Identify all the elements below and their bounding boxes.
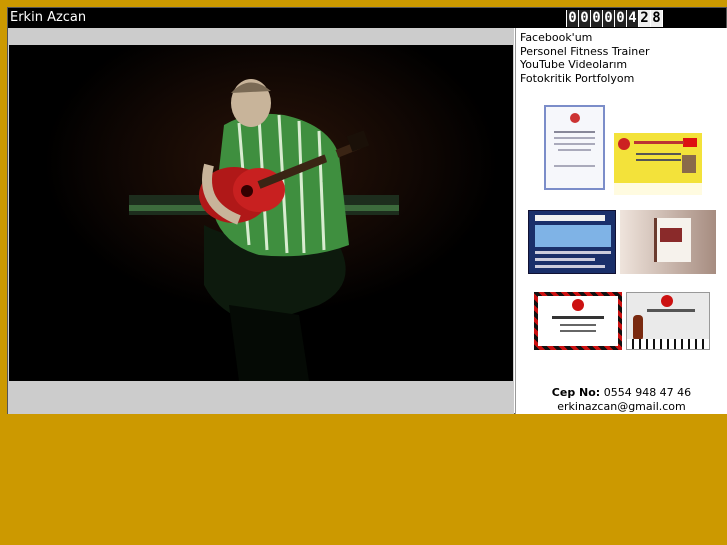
phone-line: Cep No: 0554 948 47 46 [516,386,727,400]
book-thumbnail[interactable] [620,210,716,274]
link-facebook[interactable]: Facebook'um [520,31,650,45]
contact-info: Cep No: 0554 948 47 46 erkinazcan@gmail.… [516,386,727,414]
sidebar: Facebook'um Personel Fitness Trainer You… [515,28,727,414]
counter-digit: 2 [639,10,650,27]
counter-digit: 0 [603,10,614,27]
counter-digit: 0 [567,10,578,27]
flyer-blue-thumbnail[interactable] [528,210,616,274]
page-frame: Erkin Azcan 0 0 0 0 0 4 2 8 Facebook'um … [7,7,727,414]
certificate-thumbnail[interactable] [544,105,605,190]
site-title: Erkin Azcan [10,10,87,25]
counter-digit: 0 [591,10,602,27]
photo-panel [8,28,514,414]
link-fotokritik-portfolio[interactable]: Fotokritik Portfolyom [520,72,650,86]
link-fitness-trainer[interactable]: Personel Fitness Trainer [520,45,650,59]
counter-digit: 0 [579,10,590,27]
counter-digit: 8 [651,10,662,27]
header-bar: Erkin Azcan 0 0 0 0 0 4 2 8 [8,8,726,28]
guitarist-photo-illustration [9,45,513,381]
phone-label: Cep No: [551,386,601,399]
nav-links: Facebook'um Personel Fitness Trainer You… [516,31,650,85]
link-youtube-videos[interactable]: YouTube Videolarım [520,58,650,72]
business-card-violin-thumbnail[interactable] [626,292,710,350]
email-address[interactable]: erkinazcan@gmail.com [516,400,727,414]
guitarist-photo [9,45,513,381]
phone-number: 0554 948 47 46 [603,386,692,399]
business-card-red-thumbnail[interactable] [534,292,622,350]
counter-digit: 4 [627,10,638,27]
visitor-counter: 0 0 0 0 0 4 2 8 [566,10,663,27]
counter-digit: 0 [615,10,626,27]
id-card-thumbnail[interactable] [614,133,702,195]
